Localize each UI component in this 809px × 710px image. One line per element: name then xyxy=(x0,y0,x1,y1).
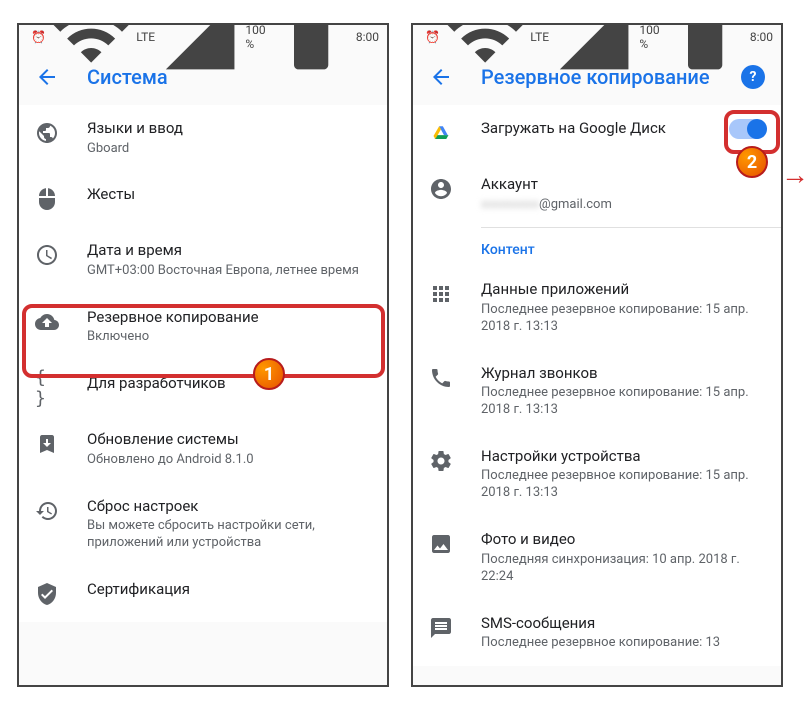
gesture-icon xyxy=(35,187,59,211)
item-account[interactable]: Аккаунт xxxxxxxxx@gmail.com xyxy=(413,161,781,227)
braces-icon: { } xyxy=(35,376,59,400)
item-sub: Последнее резервное копирование: 15 апр.… xyxy=(481,468,765,502)
globe-icon xyxy=(35,121,59,145)
toggle-knob xyxy=(747,119,767,139)
phone-backup-screen: ⏰ LTE 100 % 8:00 Резервное копирование ?… xyxy=(411,23,783,687)
clock-label: 8:00 xyxy=(356,30,379,44)
item-title: Обновление системы xyxy=(87,430,371,450)
alarm-icon: ⏰ xyxy=(31,30,46,44)
item-title: Загружать на Google Диск xyxy=(481,119,721,139)
item-title: Сброс настроек xyxy=(87,497,371,517)
phone-system-screen: ⏰ LTE 100 % 8:00 Система Языки и ввод Gbo… xyxy=(17,23,389,687)
item-language[interactable]: Языки и ввод Gboard xyxy=(19,105,387,171)
phone-icon xyxy=(429,366,453,390)
item-reset[interactable]: Сброс настроекВы можете сбросить настрой… xyxy=(19,483,387,566)
battery-label: 100 % xyxy=(639,23,659,51)
message-icon xyxy=(429,616,453,640)
help-icon[interactable]: ? xyxy=(741,65,765,89)
item-sub: Последняя синхронизация: 10 апр. 2018 г.… xyxy=(481,552,765,586)
gear-icon xyxy=(429,449,453,473)
back-arrow-icon[interactable] xyxy=(35,65,59,89)
item-sub: Gboard xyxy=(87,141,371,158)
item-title: Настройки устройства xyxy=(481,447,765,467)
status-bar: ⏰ LTE 100 % 8:00 xyxy=(19,25,387,49)
item-app-data[interactable]: Данные приложенийПоследнее резервное коп… xyxy=(413,266,781,349)
item-title: Для разработчиков xyxy=(87,374,371,394)
back-arrow-icon[interactable] xyxy=(429,65,453,89)
image-icon xyxy=(429,532,453,556)
clock-label: 8:00 xyxy=(750,30,773,44)
apps-icon xyxy=(429,282,453,306)
arrow-right-icon: → xyxy=(781,158,809,191)
status-bar: ⏰ LTE 100 % 8:00 xyxy=(413,25,781,49)
item-update[interactable]: Обновление системы Обновлено до Android 8… xyxy=(19,416,387,482)
item-datetime[interactable]: Дата и время GMT+03:00 Восточная Европа, … xyxy=(19,227,387,293)
account-icon xyxy=(429,177,453,201)
item-title: SMS-сообщения xyxy=(481,614,765,634)
item-sub: GMT+03:00 Восточная Европа, летнее время xyxy=(87,263,371,280)
page-title: Резервное копирование xyxy=(481,65,741,89)
settings-list: Языки и ввод Gboard Жесты Дата и время GMT… xyxy=(19,105,387,622)
item-title: Фото и видео xyxy=(481,530,765,550)
item-title: Аккаунт xyxy=(481,175,765,195)
item-certification[interactable]: Сертификация xyxy=(19,566,387,622)
item-title: Дата и время xyxy=(87,241,371,261)
item-photo-video[interactable]: Фото и видеоПоследняя синхронизация: 10 … xyxy=(413,516,781,599)
item-sub: Последнее резервное копирование: 13 xyxy=(481,635,765,652)
item-sub: Вы можете сбросить настройки сети, прило… xyxy=(87,518,371,552)
section-content-label: Контент xyxy=(413,228,781,266)
item-gestures[interactable]: Жесты xyxy=(19,171,387,227)
step-badge-1: 1 xyxy=(253,358,285,390)
item-title: Сертификация xyxy=(87,580,371,600)
page-title: Система xyxy=(87,65,371,89)
item-title: Резервное копирование xyxy=(87,308,371,328)
item-upload-drive[interactable]: Загружать на Google Диск xyxy=(413,105,781,161)
backup-list: Загружать на Google Диск Аккаунт xxxxxxxx… xyxy=(413,105,781,666)
item-title: Языки и ввод xyxy=(87,119,371,139)
item-sub: Обновлено до Android 8.1.0 xyxy=(87,452,371,469)
step-badge-2: 2 xyxy=(736,146,768,178)
item-sms[interactable]: SMS-сообщенияПоследнее резервное копиров… xyxy=(413,600,781,666)
item-backup[interactable]: Резервное копированиеВключено xyxy=(19,294,387,360)
item-call-log[interactable]: Журнал звонковПоследнее резервное копиро… xyxy=(413,350,781,433)
item-title: Журнал звонков xyxy=(481,364,765,384)
network-label: LTE xyxy=(530,30,549,44)
item-device-settings[interactable]: Настройки устройстваПоследнее резервное … xyxy=(413,433,781,516)
battery-label: 100 % xyxy=(245,23,265,51)
item-sub: Включено xyxy=(87,329,371,346)
verified-icon xyxy=(35,582,59,606)
item-developer[interactable]: { } Для разработчиков xyxy=(19,360,387,416)
restore-icon xyxy=(35,499,59,523)
alarm-icon: ⏰ xyxy=(425,30,440,44)
item-sub: Последнее резервное копирование: 15 апр.… xyxy=(481,385,765,419)
cloud-upload-icon xyxy=(35,310,59,334)
item-title: Данные приложений xyxy=(481,280,765,300)
item-sub: xxxxxxxxx@gmail.com xyxy=(481,197,765,214)
download-icon xyxy=(35,432,59,456)
item-title: Жесты xyxy=(87,185,371,205)
clock-icon xyxy=(35,243,59,267)
item-sub: Последнее резервное копирование: 15 апр.… xyxy=(481,302,765,336)
upload-toggle[interactable] xyxy=(729,119,765,139)
network-label: LTE xyxy=(136,30,155,44)
google-drive-icon xyxy=(429,121,453,145)
